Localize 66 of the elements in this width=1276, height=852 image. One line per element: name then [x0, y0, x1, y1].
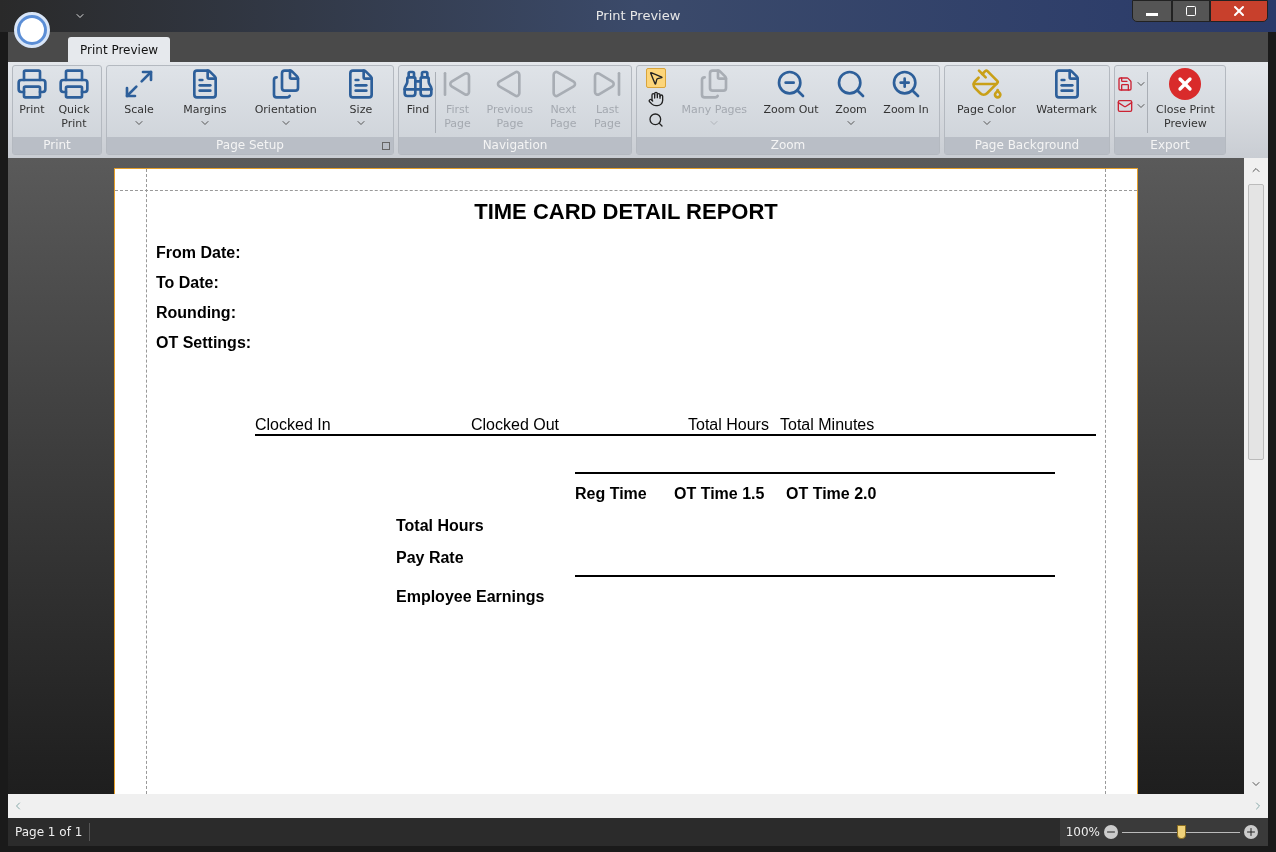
- binoculars-icon: [402, 68, 434, 100]
- window-title: Print Preview: [595, 7, 681, 26]
- ribbon-button[interactable]: Orientation: [253, 68, 318, 129]
- summary-header: Reg Time: [575, 484, 648, 503]
- vertical-scrollbar[interactable]: [1244, 158, 1268, 794]
- minimize-icon: [1146, 12, 1158, 16]
- group-label: Page Background: [945, 137, 1109, 154]
- paint-bucket-icon: [970, 68, 1003, 100]
- ribbon-button[interactable]: Find: [401, 68, 435, 117]
- summary-row-label: Employee Earnings: [396, 587, 545, 606]
- group-label: Navigation: [399, 137, 631, 154]
- summary-header: OT Time 1.5: [674, 484, 766, 503]
- export-button[interactable]: [1117, 98, 1147, 114]
- zoom-percentage: 100%: [1065, 824, 1100, 841]
- field-label: Rounding:: [156, 303, 236, 323]
- zoom-out-button[interactable]: [1104, 825, 1118, 839]
- minimize-button[interactable]: [1132, 0, 1172, 22]
- field-label: OT Settings:: [156, 333, 252, 353]
- group-label: Print: [13, 137, 101, 154]
- pdf-mail-icon: [1117, 98, 1133, 114]
- pdf-save-icon: [1117, 76, 1133, 92]
- dialog-launcher-icon[interactable]: [382, 142, 390, 150]
- ribbon-button[interactable]: Close Print Preview: [1147, 68, 1223, 131]
- field-label: To Date:: [156, 273, 219, 293]
- column-header: Total Minutes: [780, 415, 876, 434]
- close-icon: [1169, 68, 1202, 100]
- ribbon-button[interactable]: Margins: [182, 68, 228, 129]
- plus-icon: [1245, 826, 1257, 838]
- field-label: From Date:: [156, 243, 241, 263]
- scroll-thumb[interactable]: [1248, 184, 1264, 460]
- page-indicator: Page 1 of 1: [8, 823, 91, 841]
- ribbon-button[interactable]: Zoom: [834, 68, 868, 129]
- ribbon-button[interactable]: Zoom Out: [762, 68, 820, 117]
- pointer-icon: [648, 70, 665, 86]
- summary-row-label: Pay Rate: [396, 548, 464, 567]
- tool-button[interactable]: [646, 68, 667, 88]
- printer-icon: [58, 68, 90, 100]
- ribbon-button[interactable]: Quick Print: [49, 68, 99, 131]
- ribbon-button[interactable]: Print: [15, 68, 49, 117]
- close-button[interactable]: [1210, 0, 1268, 22]
- group-label: Export: [1115, 137, 1225, 154]
- report-title: TIME CARD DETAIL REPORT: [474, 198, 778, 226]
- printer-icon: [16, 68, 48, 100]
- maximize-button[interactable]: [1172, 0, 1210, 22]
- group-label: Zoom: [637, 137, 939, 154]
- group-label: Page Setup: [107, 137, 393, 154]
- ribbon-button[interactable]: Size: [343, 68, 378, 129]
- summary-header: OT Time 2.0: [786, 484, 878, 503]
- ribbon-button[interactable]: Page Color: [956, 68, 1017, 129]
- slider-thumb[interactable]: [1177, 825, 1186, 839]
- ribbon-button[interactable]: Watermark: [1035, 68, 1098, 117]
- zoom-in-button[interactable]: [1244, 825, 1258, 839]
- maximize-icon: [1185, 5, 1197, 17]
- ribbon-tab[interactable]: Print Preview: [68, 37, 171, 62]
- zoom-slider[interactable]: [1122, 825, 1240, 839]
- ribbon-button[interactable]: Scale: [122, 68, 157, 129]
- column-header: Clocked Out: [471, 415, 561, 434]
- magnifier-icon: [648, 112, 665, 128]
- magnifier-icon: [835, 68, 867, 100]
- hand-icon: [648, 91, 665, 107]
- column-header: Clocked In: [255, 415, 332, 434]
- column-header: Total Hours: [688, 415, 770, 434]
- summary-row-label: Total Hours: [396, 516, 484, 535]
- export-button[interactable]: [1117, 76, 1147, 92]
- close-icon: [1231, 3, 1247, 19]
- ribbon-button[interactable]: Zoom In: [882, 68, 930, 117]
